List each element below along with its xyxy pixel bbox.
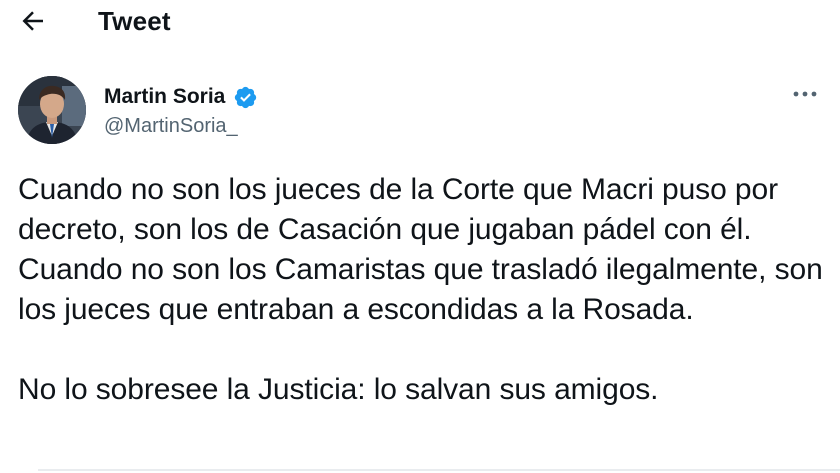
more-options-button[interactable] — [792, 84, 818, 104]
author-name[interactable]: Martin Soria — [104, 84, 225, 110]
avatar-image — [18, 76, 86, 144]
arrow-left-icon — [22, 11, 43, 31]
ellipsis-icon — [793, 91, 817, 97]
author-handle[interactable]: @MartinSoria_ — [104, 114, 238, 138]
tweet-paragraph: Cuando no son los jueces de la Corte que… — [18, 173, 823, 326]
page-title: Tweet — [98, 6, 171, 36]
verified-badge-icon — [233, 85, 258, 110]
tweet-author: Martin Soria @MartinSoria_ — [18, 76, 840, 148]
back-button[interactable] — [18, 6, 48, 36]
tweet-paragraph: No lo sobresee la Justicia: lo salvan su… — [18, 373, 659, 406]
tweet-text: Cuando no son los jueces de la Corte que… — [18, 170, 833, 410]
divider — [38, 469, 840, 471]
tweet-header: Tweet — [0, 0, 840, 44]
avatar[interactable] — [18, 76, 86, 144]
